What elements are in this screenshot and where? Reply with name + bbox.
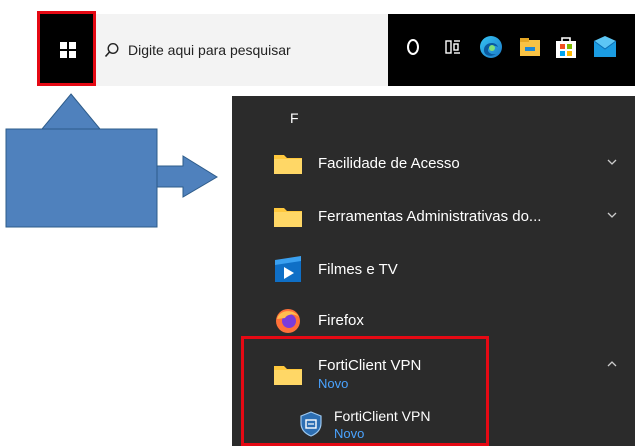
firefox-icon xyxy=(272,304,304,336)
folder-icon xyxy=(272,200,304,232)
app-item-firefox[interactable]: Firefox xyxy=(272,301,632,339)
edge-icon[interactable] xyxy=(478,34,504,60)
folder-icon xyxy=(272,147,304,179)
app-item-label: Facilidade de Acesso xyxy=(318,154,460,172)
forticlient-highlight-box xyxy=(241,336,489,446)
movies-tv-icon xyxy=(272,253,304,285)
search-icon xyxy=(104,42,119,58)
task-view-icon[interactable] xyxy=(440,34,466,60)
store-icon[interactable] xyxy=(553,34,579,60)
app-item-ferramentas-administrativas[interactable]: Ferramentas Administrativas do... xyxy=(272,197,632,235)
chevron-down-icon[interactable] xyxy=(606,156,618,168)
right-arrow-shape xyxy=(156,155,218,198)
cortana-icon[interactable] xyxy=(400,34,426,60)
app-item-label: Ferramentas Administrativas do... xyxy=(318,207,542,225)
app-item-label: Filmes e TV xyxy=(318,260,398,278)
app-item-facilidade-de-acesso[interactable]: Facilidade de Acesso xyxy=(272,144,632,182)
up-arrow-shape xyxy=(40,93,102,143)
start-highlight-box xyxy=(37,11,96,86)
taskbar-search-box[interactable]: Digite aqui para pesquisar xyxy=(96,14,388,86)
app-item-filmes-e-tv[interactable]: Filmes e TV xyxy=(272,250,632,288)
mail-icon[interactable] xyxy=(592,34,618,60)
app-item-label: Firefox xyxy=(318,311,364,329)
chevron-down-icon[interactable] xyxy=(606,209,618,221)
chevron-up-icon[interactable] xyxy=(606,358,618,370)
annotation-box-shape xyxy=(5,128,158,228)
letter-header[interactable]: F xyxy=(290,110,299,126)
search-placeholder: Digite aqui para pesquisar xyxy=(128,42,291,58)
file-explorer-icon[interactable] xyxy=(517,34,543,60)
